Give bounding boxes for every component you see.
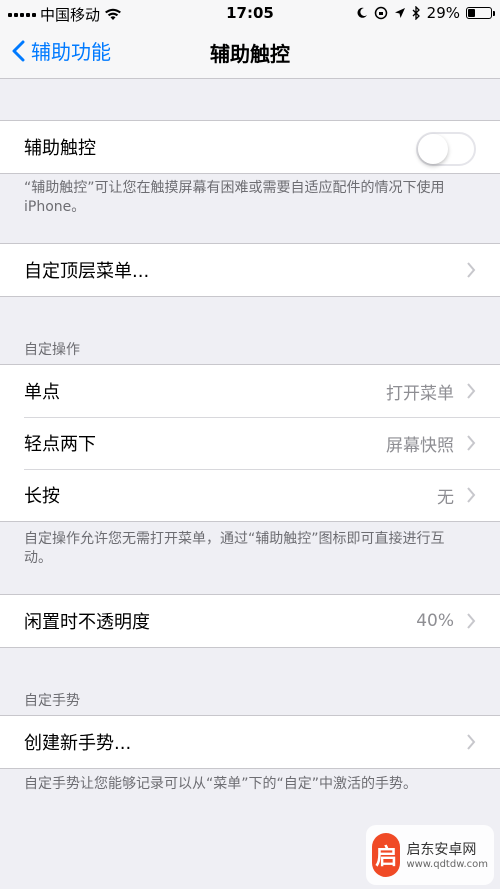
watermark: 启 启东安卓网 www.qdtdw.com — [366, 825, 494, 885]
watermark-text: 启东安卓网 www.qdtdw.com — [406, 841, 488, 870]
idle-opacity-row[interactable]: 闲置时不透明度 40% — [0, 595, 500, 647]
battery-icon — [466, 7, 495, 19]
toggle-knob — [418, 134, 448, 164]
top-menu-group: 自定顶层菜单... — [0, 243, 500, 297]
create-gesture-label: 创建新手势... — [24, 733, 132, 754]
chevron-right-icon — [467, 383, 476, 399]
location-icon — [394, 8, 405, 18]
battery-percent: 29% — [426, 4, 460, 22]
custom-actions-header: 自定操作 — [24, 342, 80, 358]
idle-opacity-group: 闲置时不透明度 40% — [0, 594, 500, 648]
navigation-bar: 辅助功能 辅助触控 — [0, 26, 500, 79]
long-press-value: 无 — [437, 487, 454, 508]
custom-gestures-header: 自定手势 — [24, 693, 80, 709]
watermark-name: 启东安卓网 — [406, 841, 477, 858]
customize-top-menu-label: 自定顶层菜单... — [24, 261, 150, 282]
custom-gestures-group: 创建新手势... — [0, 715, 500, 769]
custom-actions-group: 单点 打开菜单 轻点两下 屏幕快照 长按 无 — [0, 364, 500, 522]
watermark-logo: 启 — [372, 833, 401, 877]
chevron-right-icon — [467, 435, 476, 451]
double-tap-row[interactable]: 轻点两下 屏幕快照 — [0, 417, 500, 469]
assistive-touch-toggle[interactable] — [416, 132, 476, 166]
page-title: 辅助触控 — [210, 42, 290, 66]
idle-opacity-label: 闲置时不透明度 — [24, 612, 150, 633]
bluetooth-icon — [412, 6, 420, 20]
single-tap-value: 打开菜单 — [386, 383, 454, 404]
double-tap-value: 屏幕快照 — [386, 435, 454, 456]
chevron-right-icon — [467, 487, 476, 503]
long-press-row[interactable]: 长按 无 — [0, 469, 500, 521]
long-press-label: 长按 — [24, 486, 60, 507]
customize-top-menu-row[interactable]: 自定顶层菜单... — [0, 244, 500, 296]
orientation-lock-icon — [374, 6, 387, 20]
single-tap-row[interactable]: 单点 打开菜单 — [0, 365, 500, 417]
moon-icon — [357, 7, 367, 18]
status-right: 29% — [356, 4, 495, 22]
custom-gestures-footer: 自定手势让您能够记录可以从“菜单”下的“自定”中激活的手势。 — [24, 776, 418, 792]
double-tap-label: 轻点两下 — [24, 434, 96, 455]
custom-actions-footer: 自定操作允许您无需打开菜单，通过“辅助触控”图标即可直接进行互动。 — [24, 531, 445, 566]
idle-opacity-value: 40% — [416, 611, 454, 631]
single-tap-label: 单点 — [24, 382, 60, 403]
watermark-url: www.qdtdw.com — [406, 858, 488, 870]
assistive-touch-label: 辅助触控 — [24, 138, 96, 159]
chevron-right-icon — [467, 734, 476, 750]
assistive-touch-group: 辅助触控 — [0, 120, 500, 174]
create-gesture-row[interactable]: 创建新手势... — [0, 716, 500, 768]
chevron-right-icon — [467, 613, 476, 629]
assistive-touch-row: 辅助触控 — [0, 121, 500, 173]
chevron-right-icon — [467, 262, 476, 278]
status-bar: 中国移动 17:05 29% — [0, 0, 500, 26]
assistive-touch-footer: “辅助触控”可让您在触摸屏幕有困难或需要自适应配件的情况下使用 iPhone。 — [24, 180, 445, 215]
